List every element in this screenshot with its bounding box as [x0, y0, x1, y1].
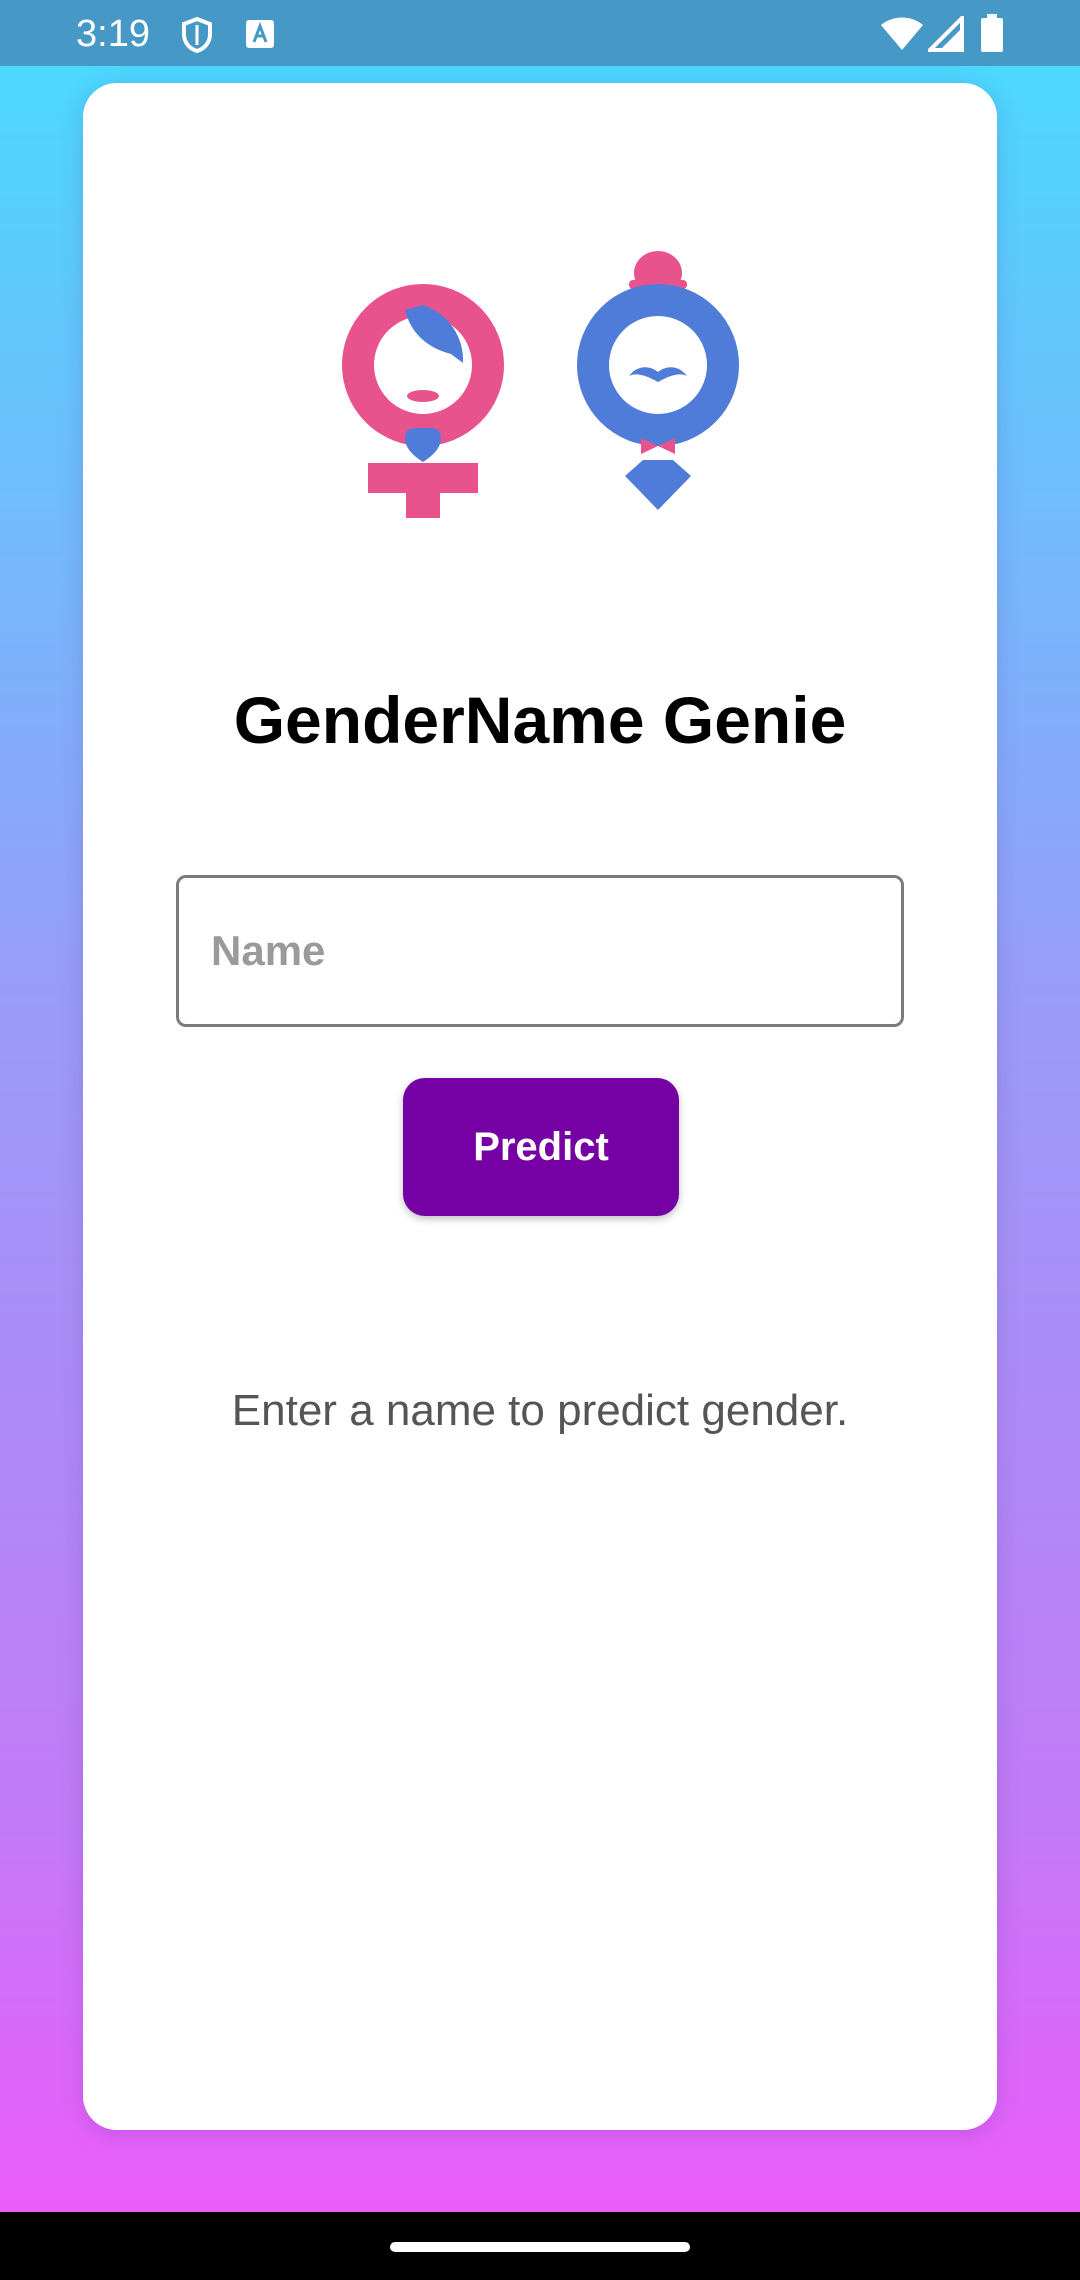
status-bar: 3:19 — [0, 0, 1080, 66]
home-gesture-handle[interactable] — [390, 2242, 690, 2252]
app-title: GenderName Genie — [233, 683, 847, 757]
male-symbol-icon — [577, 251, 739, 510]
name-input[interactable] — [179, 878, 901, 1024]
predict-button[interactable]: Predict — [403, 1078, 679, 1216]
wifi-icon — [881, 17, 923, 50]
status-time: 3:19 — [76, 13, 150, 55]
navigation-bar — [0, 2212, 1080, 2280]
font-a-icon — [246, 20, 274, 48]
gender-logo — [342, 251, 739, 518]
hint-text: Enter a name to predict gender. — [231, 1386, 849, 1435]
signal-icon — [928, 16, 964, 52]
female-symbol-icon — [342, 284, 504, 518]
battery-icon — [981, 14, 1003, 52]
shield-icon — [182, 16, 212, 54]
name-field[interactable] — [176, 875, 904, 1027]
main-card: GenderName Genie Predict Enter a name to… — [83, 83, 997, 2130]
